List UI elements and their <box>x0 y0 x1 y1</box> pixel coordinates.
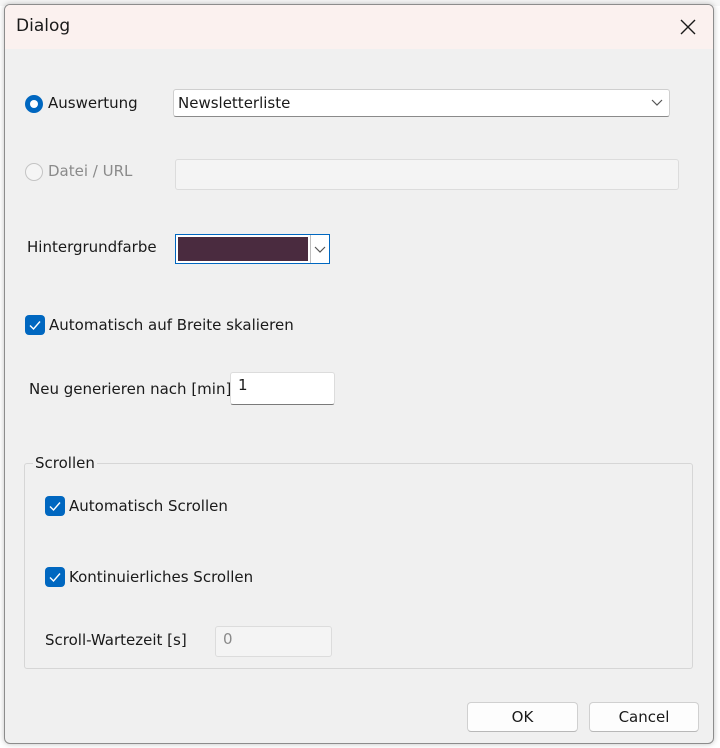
scroll-wait-value: 0 <box>223 630 233 648</box>
file-url-radio[interactable] <box>25 163 43 181</box>
scrolling-group-title: Scrollen <box>33 454 97 472</box>
checkmark-icon <box>49 502 61 512</box>
scroll-wait-label: Scroll-Wartezeit [s] <box>45 631 187 649</box>
close-button[interactable] <box>671 11 705 43</box>
chevron-down-icon <box>651 99 663 106</box>
cancel-button[interactable]: Cancel <box>589 702 699 732</box>
close-icon <box>680 19 696 35</box>
scale-to-width-label: Automatisch auf Breite skalieren <box>49 316 294 334</box>
scale-to-width-checkbox[interactable] <box>25 315 45 335</box>
checkmark-icon <box>29 321 41 331</box>
continuous-scroll-label: Kontinuierliches Scrollen <box>69 568 254 586</box>
regenerate-minutes-input[interactable]: 1 <box>230 372 335 405</box>
checkmark-icon <box>49 573 61 583</box>
scroll-wait-input[interactable]: 0 <box>215 626 332 657</box>
evaluation-select[interactable]: Newsletterliste <box>173 89 670 117</box>
ok-button[interactable]: OK <box>467 702 578 732</box>
continuous-scroll-checkbox[interactable] <box>45 567 65 587</box>
regenerate-label: Neu generieren nach [min] <box>29 380 232 398</box>
title-bar: Dialog <box>5 5 713 49</box>
dialog-window: Dialog Auswertung Newsletterliste Datei … <box>4 4 714 744</box>
auto-scroll-checkbox[interactable] <box>45 496 65 516</box>
background-color-label: Hintergrundfarbe <box>27 238 157 256</box>
background-color-picker[interactable] <box>175 234 330 264</box>
file-url-input[interactable] <box>175 159 679 190</box>
chevron-down-icon <box>314 246 326 253</box>
dialog-title: Dialog <box>16 16 71 36</box>
evaluation-label: Auswertung <box>48 94 138 112</box>
regenerate-minutes-value: 1 <box>238 376 248 394</box>
evaluation-selected-value: Newsletterliste <box>178 94 291 112</box>
file-url-label: Datei / URL <box>48 162 133 180</box>
evaluation-radio[interactable] <box>25 95 43 113</box>
background-color-swatch <box>178 237 308 261</box>
color-dropdown-button[interactable] <box>310 235 329 263</box>
auto-scroll-label: Automatisch Scrollen <box>69 497 228 515</box>
